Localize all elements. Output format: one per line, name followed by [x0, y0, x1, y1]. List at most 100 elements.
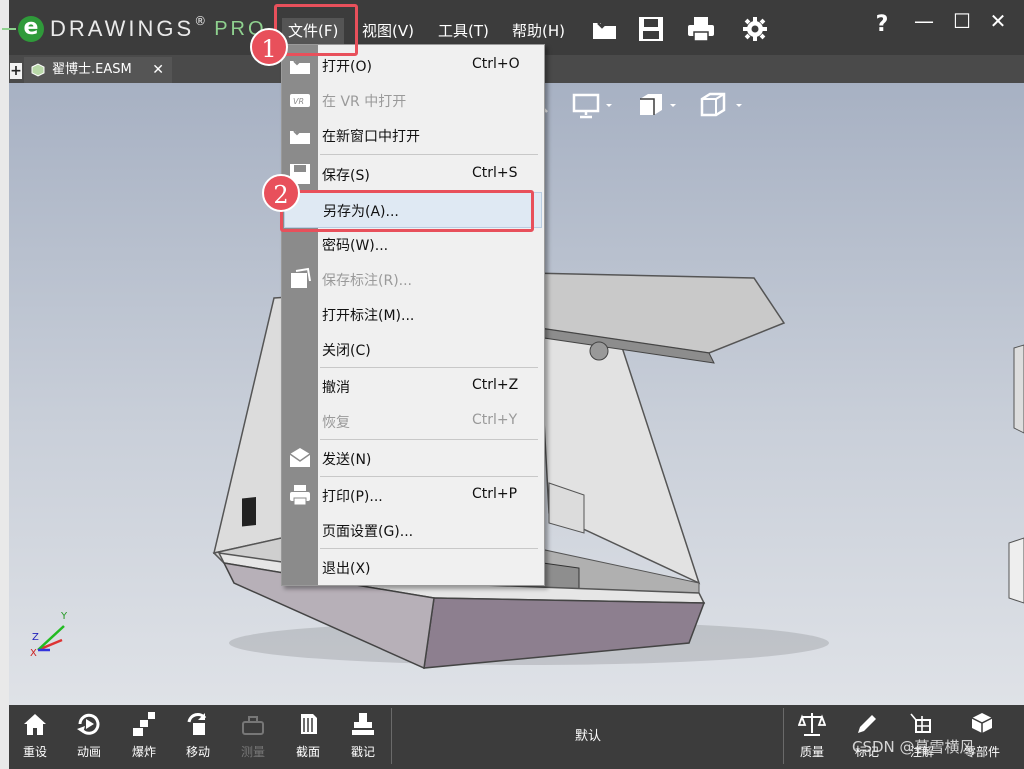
measure-label: 测量 [240, 745, 265, 759]
settings-icon[interactable] [740, 14, 770, 44]
close-button[interactable]: ✕ [982, 10, 1014, 32]
explode-icon [133, 712, 155, 736]
vr-icon: VR [290, 94, 310, 107]
section-view-icon[interactable] [636, 91, 682, 119]
measure-button[interactable]: 测量 [227, 708, 279, 764]
menu-item-close[interactable]: 关闭(C) [282, 332, 544, 366]
print-icon[interactable] [686, 14, 716, 44]
help-button[interactable]: ? [866, 14, 898, 36]
menu-item-password[interactable]: 密码(W)... [282, 227, 544, 261]
scale-icon [797, 713, 827, 736]
menu-item-label: 页面设置(G)... [322, 524, 414, 540]
display-mode-label[interactable]: 默认 [540, 725, 636, 744]
section-button[interactable]: 截面 [282, 708, 334, 764]
add-tab-button[interactable]: + [10, 63, 22, 79]
menu-item-save[interactable]: 保存(S) Ctrl+S [282, 157, 544, 191]
animate-icon [77, 713, 100, 735]
highlight-save-as [280, 190, 534, 232]
menu-item-label: 退出(X) [322, 561, 371, 577]
menu-separator [320, 154, 538, 155]
menu-item-redo[interactable]: 恢复 Ctrl+Y [282, 404, 544, 438]
menu-item-shortcut: Ctrl+Y [472, 412, 518, 428]
menu-item-print[interactable]: 打印(P)... Ctrl+P [282, 478, 544, 512]
edrawings-logo: e DRAWINGS ® PRO [2, 12, 267, 46]
reset-label: 重设 [22, 745, 47, 759]
menu-item-label: 保存标注(R)... [322, 273, 413, 289]
maximize-button[interactable]: ☐ [946, 10, 978, 32]
menu-tools[interactable]: 工具(T) [438, 18, 489, 44]
menu-separator [320, 367, 538, 368]
mass-label: 质量 [799, 745, 824, 759]
menu-item-label: 打开(O) [322, 59, 372, 75]
logo-brand-text: DRAWINGS [50, 16, 195, 41]
watermark-text: CSDN @暮雪横风 [852, 738, 975, 756]
pen-icon [858, 715, 876, 733]
measure-icon [242, 716, 264, 735]
menu-separator [320, 476, 538, 477]
menu-item-label: 在 VR 中打开 [322, 94, 407, 110]
menu-item-label: 发送(N) [322, 452, 372, 468]
toolbar-separator [783, 708, 784, 764]
menu-item-open-markup[interactable]: 打开标注(M)... [282, 297, 544, 331]
step-marker-1: 1 [250, 28, 288, 66]
section-icon [301, 714, 317, 734]
menu-item-label: 打印(P)... [322, 489, 383, 505]
document-tab-label: 翟博士.EASM [52, 62, 132, 77]
menu-item-save-markup[interactable]: 保存标注(R)... [282, 262, 544, 296]
mass-button[interactable]: 质量 [786, 708, 838, 764]
menu-item-shortcut: Ctrl+O [472, 56, 520, 72]
explode-label: 爆炸 [131, 745, 156, 759]
annotation-icon [910, 713, 931, 733]
menu-item-undo[interactable]: 撤消 Ctrl+Z [282, 369, 544, 403]
stamp-icon [352, 713, 374, 735]
open-icon[interactable] [590, 14, 620, 44]
toolbar-separator [391, 708, 392, 764]
menu-item-page-setup[interactable]: 页面设置(G)... [282, 513, 544, 547]
axis-triad: X Y Z [30, 611, 68, 659]
open-icon [290, 56, 310, 74]
menu-item-label: 在新窗口中打开 [322, 129, 420, 145]
open-new-window-icon [290, 126, 310, 144]
component-icon [971, 713, 993, 733]
menu-item-label: 撤消 [322, 380, 350, 396]
menu-item-shortcut: Ctrl+P [472, 486, 518, 502]
move-button[interactable]: 移动 [172, 708, 224, 764]
display-style-icon[interactable] [572, 93, 618, 119]
menu-item-label: 恢复 [322, 415, 350, 431]
assembly-file-icon [31, 63, 45, 77]
menu-help[interactable]: 帮助(H) [512, 18, 565, 44]
animate-label: 动画 [76, 745, 101, 759]
stamp-button[interactable]: 戳记 [337, 708, 389, 764]
menu-item-label: 打开标注(M)... [322, 308, 415, 324]
step-marker-2: 2 [262, 174, 300, 212]
menu-item-open-new-window[interactable]: 在新窗口中打开 [282, 118, 544, 152]
axis-y-label: Y [60, 611, 68, 622]
registered-mark: ® [194, 14, 207, 28]
minimize-button[interactable]: — [908, 10, 940, 32]
axis-z-label: Z [32, 632, 39, 643]
menu-item-label: 密码(W)... [322, 238, 389, 254]
menu-item-shortcut: Ctrl+S [472, 165, 518, 181]
explode-button[interactable]: 爆炸 [118, 708, 170, 764]
logo-e-mark: e [2, 16, 44, 42]
document-tab-close-icon[interactable]: ✕ [152, 57, 164, 83]
section-label: 截面 [295, 745, 320, 759]
view-orientation-icon[interactable] [698, 91, 744, 119]
app-window: e DRAWINGS ® PRO 文件(F) 视图(V) 工具(T) 帮助(H) … [0, 0, 1024, 769]
stamp-label: 戳记 [350, 745, 375, 759]
reset-button[interactable]: 重设 [9, 708, 61, 764]
menu-item-label: 保存(S) [322, 168, 370, 184]
axis-x-label: X [30, 648, 37, 659]
menu-item-shortcut: Ctrl+Z [472, 377, 519, 393]
menu-view[interactable]: 视图(V) [362, 18, 414, 44]
svg-text:VR: VR [293, 97, 304, 106]
send-icon [289, 448, 311, 467]
background-window-edge [0, 0, 9, 769]
menu-item-open-in-vr[interactable]: VR 在 VR 中打开 [282, 83, 544, 117]
menu-item-exit[interactable]: 退出(X) [282, 550, 544, 584]
save-icon[interactable] [636, 14, 666, 44]
move-icon [187, 713, 207, 735]
animate-button[interactable]: 动画 [63, 708, 115, 764]
menu-item-send[interactable]: 发送(N) [282, 441, 544, 475]
document-tab[interactable]: 翟博士.EASM ✕ [24, 57, 172, 83]
